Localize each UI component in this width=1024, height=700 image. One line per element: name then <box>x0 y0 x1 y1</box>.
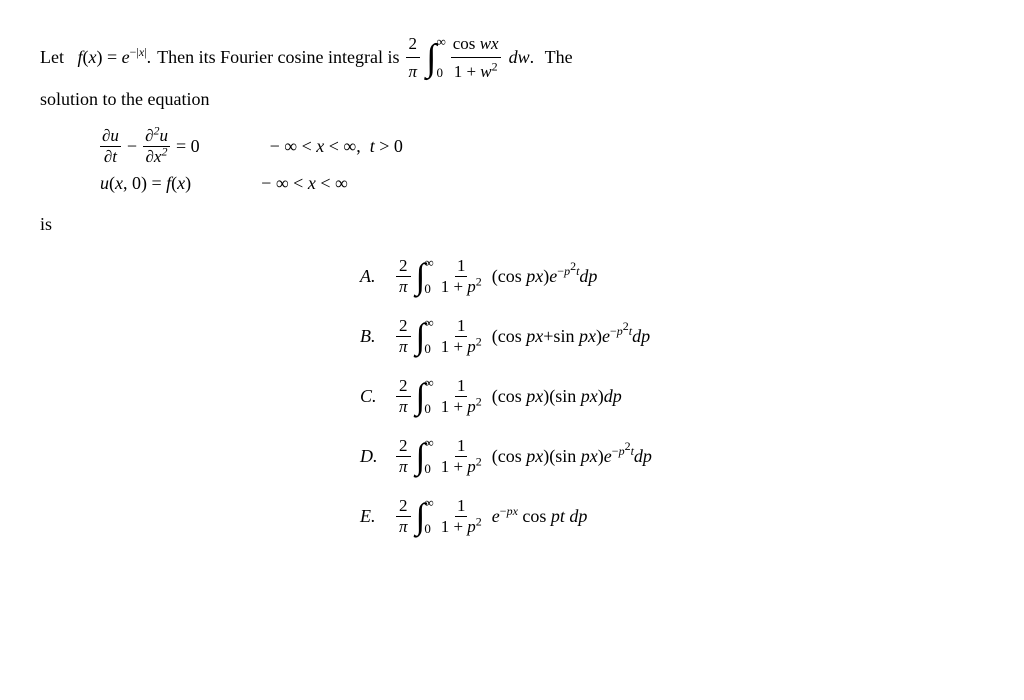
answer-B-expr: 2π ∫ ∞0 11 + p2 (cos px+sin px)e−p2tdp <box>396 315 650 357</box>
label-B: B. <box>360 326 384 347</box>
label-E: E. <box>360 506 384 527</box>
du-dt: ∂u ∂t <box>100 126 121 167</box>
answer-row-A: A. 2π ∫ ∞0 11 + p2 (cos px)e−p2tdp <box>360 255 984 297</box>
equation-block: ∂u ∂t − ∂2u ∂x2 = 0 − ∞ < x < ∞, t > 0 u… <box>100 126 984 194</box>
intro-integral: 2 π ∫ ∞ 0 cos wx 1 + w2 dw. <box>406 30 539 85</box>
int-limits: ∞ 0 <box>436 32 445 84</box>
label-A: A. <box>360 266 384 287</box>
label-C: C. <box>360 386 384 407</box>
domain-x: − ∞ < x < ∞ <box>261 173 348 194</box>
then-text: Then its Fourier cosine integral is <box>157 43 399 72</box>
answer-row-B: B. 2π ∫ ∞0 11 + p2 (cos px+sin px)e−p2td… <box>360 315 984 357</box>
dw-text: dw. <box>509 43 539 72</box>
ic-expr: u(x, 0) = f(x) <box>100 173 191 194</box>
answer-row-D: D. 2π ∫ ∞0 11 + p2 (cos px)(sin px)e−p2t… <box>360 435 984 477</box>
answers-section: A. 2π ∫ ∞0 11 + p2 (cos px)e−p2tdp B. 2π… <box>360 255 984 537</box>
answer-row-C: C. 2π ∫ ∞0 11 + p2 (cos px)(sin px)dp <box>360 375 984 417</box>
intro-line: Let f(x) = e−|x|. Then its Fourier cosin… <box>40 30 984 85</box>
answer-C-expr: 2π ∫ ∞0 11 + p2 (cos px)(sin px)dp <box>396 375 622 417</box>
page: Let f(x) = e−|x|. Then its Fourier cosin… <box>0 0 1024 567</box>
ic-row: u(x, 0) = f(x) − ∞ < x < ∞ <box>100 173 984 194</box>
let-text: Let f(x) = e−|x|. <box>40 43 151 72</box>
answer-D-expr: 2π ∫ ∞0 11 + p2 (cos px)(sin px)e−p2tdp <box>396 435 652 477</box>
domain-xt: − ∞ < x < ∞, t > 0 <box>270 136 403 157</box>
answer-row-E: E. 2π ∫ ∞0 11 + p2 e−px cos pt dp <box>360 495 984 537</box>
coeff-2-pi: 2 π <box>406 30 421 85</box>
answer-E-expr: 2π ∫ ∞0 11 + p2 e−px cos pt dp <box>396 495 587 537</box>
d2u-dx2: ∂2u ∂x2 <box>143 126 170 167</box>
cos-wx-frac: cos wx 1 + w2 <box>451 30 501 85</box>
answer-A-expr: 2π ∫ ∞0 11 + p2 (cos px)e−p2tdp <box>396 255 597 297</box>
pde-row: ∂u ∂t − ∂2u ∂x2 = 0 − ∞ < x < ∞, t > 0 <box>100 126 984 167</box>
is-line: is <box>40 214 984 235</box>
solution-line: solution to the equation <box>40 89 984 110</box>
the-text: The <box>545 43 573 72</box>
label-D: D. <box>360 446 384 467</box>
